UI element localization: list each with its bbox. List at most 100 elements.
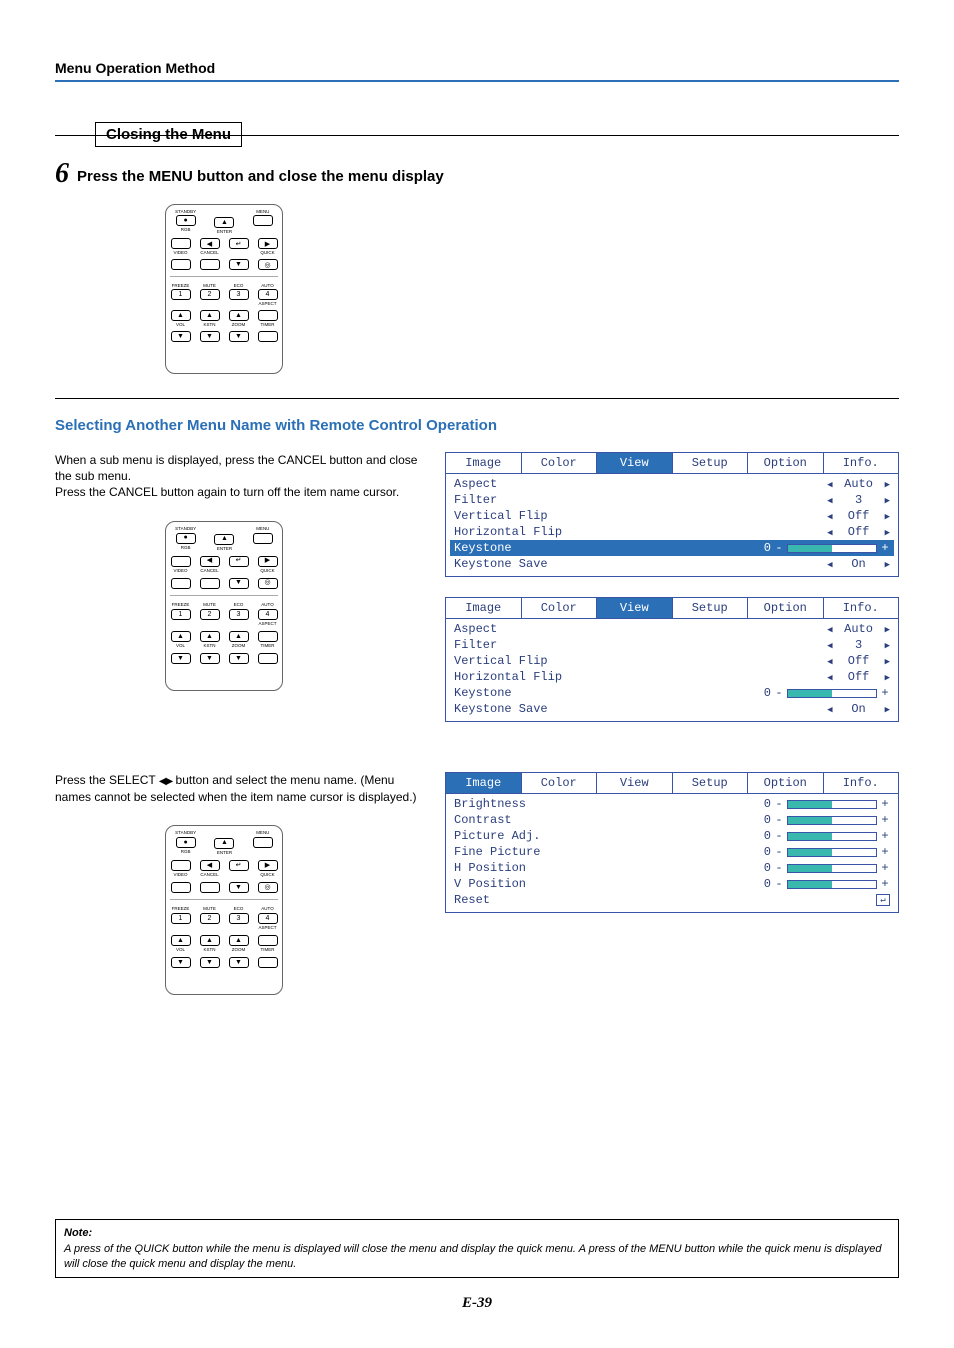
osd-row: Vertical Flip Off	[454, 508, 890, 524]
osd-tab-setup: Setup	[673, 598, 749, 618]
osd-row: V Position 0- +	[454, 876, 890, 892]
note-box: Note: A press of the QUICK button while …	[55, 1219, 899, 1278]
osd-item-control: On	[650, 702, 890, 716]
para-1a: When a sub menu is displayed, press the …	[55, 452, 425, 484]
osd-row: Horizontal Flip Off	[454, 669, 890, 685]
step-6-row: 6 Press the MENU button and close the me…	[55, 160, 899, 188]
osd-item-name: Horizontal Flip	[454, 525, 650, 539]
osd-item-name: Keystone	[454, 541, 650, 555]
osd-row: Contrast0-+	[454, 812, 890, 828]
osd-slider-number: 0	[755, 877, 771, 891]
section-divider	[55, 398, 899, 399]
osd-row: Keystone SaveOn	[454, 556, 890, 572]
para-1b: Press the CANCEL button again to turn of…	[55, 484, 425, 500]
osd-value: On	[839, 702, 879, 716]
block-2: Press the SELECT button and select the m…	[55, 772, 899, 995]
block-1: When a sub menu is displayed, press the …	[55, 452, 899, 742]
osd-slider-number: 0	[755, 686, 771, 700]
osd-item-name: Aspect	[454, 477, 650, 491]
osd-slider-track	[787, 689, 877, 698]
osd-row: Vertical FlipOff	[454, 653, 890, 669]
osd-view-selected: ImageColorViewSetupOptionInfo.AspectAuto…	[445, 452, 899, 577]
osd-tab-setup: Setup	[673, 773, 749, 793]
osd-slider-track	[787, 864, 877, 873]
triangle-right-icon	[885, 622, 890, 636]
osd-item-control: 0-+	[650, 861, 890, 875]
osd-item-control: Off	[650, 525, 890, 539]
osd-tab-image: Image	[446, 773, 522, 793]
plus-icon: +	[880, 797, 890, 811]
step-number: 6	[55, 160, 69, 188]
osd-slider-number: 0	[755, 813, 771, 827]
osd-item-control: 0-+	[650, 813, 890, 827]
page-header: Menu Operation Method	[55, 60, 899, 76]
osd-value: Off	[839, 509, 879, 523]
osd-item-control: ↵	[650, 894, 890, 906]
box-line	[55, 135, 899, 136]
triangle-right-icon	[885, 670, 890, 684]
triangle-right-icon	[885, 638, 890, 652]
osd-item-name: Vertical Flip	[454, 509, 650, 523]
osd-row: Horizontal FlipOff	[454, 524, 890, 540]
osd-item-name: Horizontal Flip	[454, 670, 650, 684]
osd-item-control: Off	[650, 670, 890, 684]
plus-icon: +	[880, 686, 890, 700]
osd-slider-track	[787, 848, 877, 857]
osd-item-name: Keystone Save	[454, 557, 650, 571]
osd-view-unselected: ImageColorViewSetupOptionInfo.AspectAuto…	[445, 597, 899, 722]
osd-item-name: Filter	[454, 493, 650, 507]
minus-icon: -	[774, 845, 784, 859]
triangle-left-icon	[827, 557, 832, 571]
reset-icon: ↵	[876, 894, 890, 906]
osd-item-control: 0-+	[650, 686, 890, 700]
triangle-right-icon	[885, 493, 890, 507]
osd-value: Off	[839, 670, 879, 684]
triangle-right-icon	[885, 509, 890, 523]
minus-icon: -	[774, 877, 784, 891]
osd-tab-option: Option	[748, 598, 824, 618]
plus-icon: +	[880, 861, 890, 875]
osd-image-menu: ImageColorViewSetupOptionInfo.Brightness…	[445, 772, 899, 913]
osd-item-name: V Position	[454, 877, 650, 891]
osd-slider-track	[787, 832, 877, 841]
osd-slider-track	[787, 816, 877, 825]
osd-item-name: Brightness	[454, 797, 650, 811]
osd-tab-color: Color	[522, 773, 598, 793]
osd-item-name: Vertical Flip	[454, 654, 650, 668]
osd-item-control: 0- +	[650, 877, 890, 891]
osd-row: Keystone0-+	[450, 540, 894, 556]
header-rule	[55, 80, 899, 82]
osd-tab-setup: Setup	[673, 453, 749, 473]
lr-arrows-icon	[159, 773, 172, 787]
minus-icon: -	[774, 861, 784, 875]
osd-item-control: Auto	[650, 477, 890, 491]
osd-value: 3	[839, 638, 879, 652]
osd-item-name: Aspect	[454, 622, 650, 636]
step-text: Press the MENU button and close the menu…	[77, 160, 444, 185]
osd-item-control: 3	[650, 493, 890, 507]
osd-row: Aspect Auto	[454, 621, 890, 637]
page-number: E-39	[0, 1295, 954, 1312]
triangle-right-icon	[885, 477, 890, 491]
osd-row: Filter3	[454, 637, 890, 653]
triangle-right-icon	[885, 702, 890, 716]
remote-diagram-1: STANDBY●RGB ▲ENTER MENU VIDEO ◀CANCEL ↵ …	[165, 825, 283, 995]
plus-icon: +	[880, 541, 890, 555]
minus-icon: -	[774, 829, 784, 843]
osd-item-name: Keystone	[454, 686, 650, 700]
osd-item-control: 0-+	[650, 797, 890, 811]
osd-value: Auto	[839, 622, 879, 636]
minus-icon: -	[774, 813, 784, 827]
osd-row: AspectAuto	[454, 476, 890, 492]
osd-row: Brightness0-+	[454, 796, 890, 812]
remote-diagram-2: STANDBY●RGB ▲ENTER MENU VIDEO ◀CANCEL ↵ …	[55, 521, 425, 691]
osd-slider-number: 0	[755, 797, 771, 811]
plus-icon: +	[880, 877, 890, 891]
osd-item-name: Picture Adj.	[454, 829, 650, 843]
plus-icon: +	[880, 845, 890, 859]
osd-value: 3	[839, 493, 879, 507]
osd-slider-track	[787, 800, 877, 809]
triangle-right-icon	[885, 525, 890, 539]
triangle-left-icon	[827, 525, 832, 539]
remote-diagram-1: STANDBY●RGB ▲ENTER MENU VIDEO ◀CANCEL ↵ …	[165, 204, 283, 374]
